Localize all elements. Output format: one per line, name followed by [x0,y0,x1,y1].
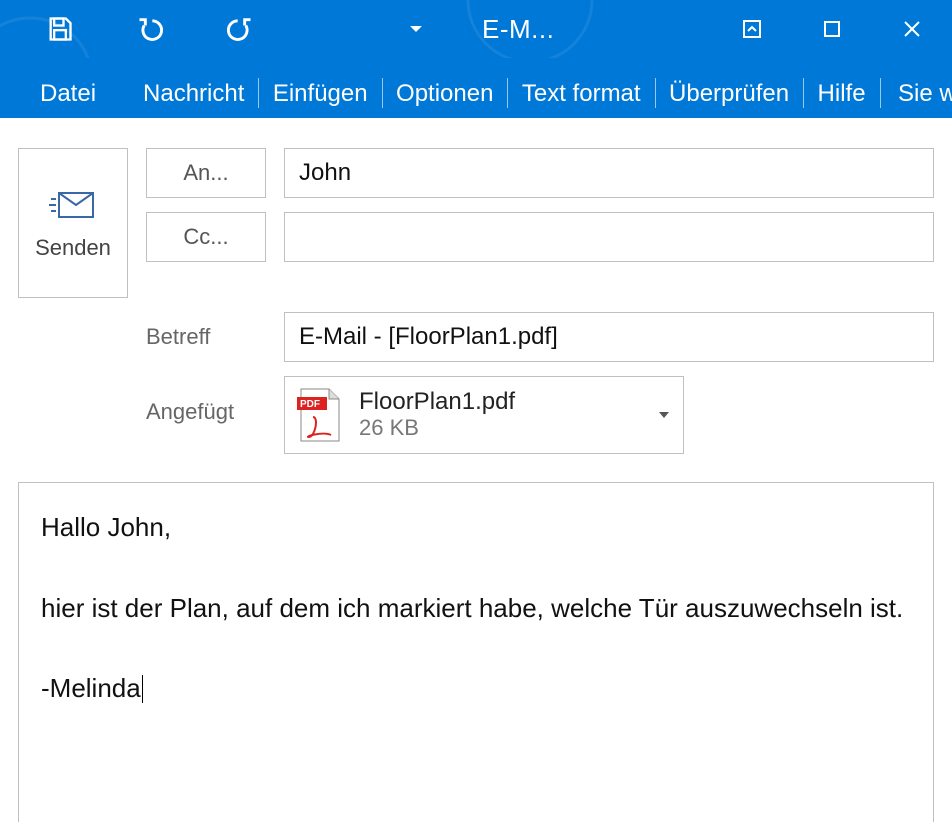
quick-access-customize[interactable] [410,26,422,32]
tell-me-search[interactable]: Sie wüns [884,80,952,108]
chevron-down-icon [410,26,422,32]
attachment-size: 26 KB [359,415,515,441]
ribbon-tab-strip: Datei Nachricht Einfügen Optionen Text f… [0,58,952,118]
tell-me-label: Sie wüns [898,80,952,108]
maximize-icon [820,17,844,41]
to-field[interactable] [284,148,934,198]
redo-icon [226,15,254,43]
text-caret [142,675,143,704]
tab-text-format[interactable]: Text format [512,80,651,108]
tab-insert[interactable]: Einfügen [263,80,378,108]
send-button[interactable]: Senden [18,148,128,298]
cc-button[interactable]: Cc... [146,212,266,262]
redo-button[interactable] [220,9,260,49]
compose-area: Senden An... Cc... Betreff Angefügt [0,118,952,822]
attachment-chip[interactable]: PDF FloorPlan1.pdf 26 KB [284,376,684,454]
window-controls [712,0,952,58]
quick-access-toolbar [0,9,260,49]
save-icon [46,15,74,43]
title-bar: E-M... [0,0,952,58]
send-button-label: Senden [35,235,111,261]
tab-help[interactable]: Hilfe [808,80,876,108]
undo-icon [136,15,164,43]
send-envelope-icon [49,189,97,221]
window-title: E-M... [482,14,554,45]
tab-review[interactable]: Überprüfen [659,80,799,108]
message-body[interactable]: Hallo John, hier ist der Plan, auf dem i… [18,482,934,822]
tab-file[interactable]: Datei [0,80,120,108]
attachment-dropdown-icon[interactable] [659,412,669,418]
pdf-file-icon: PDF [295,387,345,443]
close-icon [900,17,924,41]
maximize-button[interactable] [792,0,872,58]
tab-message[interactable]: Nachricht [133,80,254,108]
undo-button[interactable] [130,9,170,49]
tab-options[interactable]: Optionen [386,80,503,108]
message-body-text: Hallo John, hier ist der Plan, auf dem i… [41,512,903,703]
cc-field[interactable] [284,212,934,262]
attached-label: Angefügt [146,376,266,448]
subject-field[interactable] [284,312,934,362]
save-button[interactable] [40,9,80,49]
attachment-name: FloorPlan1.pdf [359,389,515,415]
minimize-ribbon-button[interactable] [712,0,792,58]
to-button[interactable]: An... [146,148,266,198]
subject-label: Betreff [146,312,266,362]
ribbon-collapse-icon [740,17,764,41]
close-button[interactable] [872,0,952,58]
svg-text:PDF: PDF [300,399,320,410]
